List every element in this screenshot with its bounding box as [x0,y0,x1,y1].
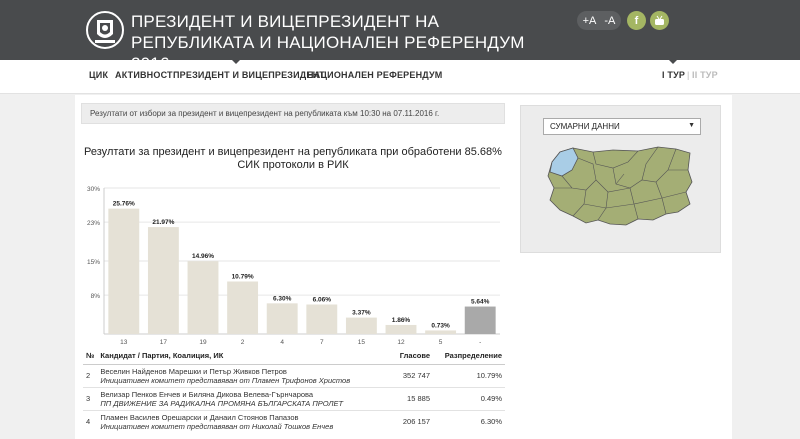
bar-value-label: 21.97% [152,219,174,226]
nav-item-referendum[interactable]: НАЦИОНАЛЕН РЕФЕРЕНДУМ [307,70,442,80]
y-tick-label: 30% [87,186,100,193]
candidate-names: Велизар Пенков Енчев и Биляна Дикова Вел… [100,389,314,399]
bar-value-label: 25.76% [113,201,135,208]
bar-value-label: 1.86% [392,317,411,324]
col-header-number: № [83,348,98,365]
nav-active-marker [232,60,240,64]
table-header-row: № Кандидат / Партия, Коалиция, ИК Гласов… [83,348,505,365]
bar-value-label: 10.79% [232,273,254,280]
font-size-toggle: +A -A [577,11,621,30]
results-bar-chart: 30% 23% 15% 8% 25.76% 13 21.97% 17 14.96% 19 10.79… [87,186,500,346]
row-number: 3 [83,386,98,410]
nav-separator: | [687,70,690,80]
row-share: 0.49% [433,386,505,410]
youtube-icon[interactable] [650,11,669,30]
candidate-names: Пламен Василев Орешарски и Данаил Стояно… [100,412,299,422]
tab-round-2[interactable]: II ТУР [692,70,718,80]
x-tick-label: 7 [320,339,324,346]
candidate-party: ПП ДВИЖЕНИЕ ЗА РАДИКАЛНА ПРОМЯНА БЪЛГАРС… [100,398,344,408]
round-active-marker [669,60,677,64]
nav-item-president[interactable]: ПРЕЗИДЕНТ И ВИЦЕПРЕЗИДЕНТ [173,70,325,80]
bar-value-label: 3.37% [352,310,371,317]
chart-bar [187,261,219,334]
bar-value-label: 6.06% [313,297,332,304]
x-tick-label: 19 [199,339,207,346]
table-row[interactable]: 3 Велизар Пенков Енчев и Биляна Дикова В… [83,386,505,410]
chevron-down-icon: ▼ [688,122,695,129]
row-votes: 352 747 [373,363,433,387]
bar-value-label: 14.96% [192,253,214,260]
row-share: 6.30% [433,409,505,433]
row-number: 4 [83,409,98,433]
font-decrease-button[interactable]: -A [604,15,615,27]
x-tick-label: 12 [397,339,405,346]
main-nav: ЦИК АКТИВНОСТ ПРЕЗИДЕНТ И ВИЦЕПРЕЗИДЕНТ … [0,60,800,94]
row-votes: 15 885 [373,386,433,410]
chart-bar [108,208,140,334]
candidate-party: Инициативен комитет представяван от Нико… [100,421,334,431]
row-candidate: Пламен Василев Орешарски и Данаил Стояно… [97,409,373,433]
tab-round-1[interactable]: I ТУР [662,70,685,80]
chart-bar [425,330,457,334]
y-tick-label: 8% [91,293,101,300]
bar-value-label: 5.64% [471,299,490,306]
x-tick-label: 4 [280,339,284,346]
col-header-candidate: Кандидат / Партия, Коалиция, ИК [97,348,373,365]
table-row[interactable]: 4 Пламен Василев Орешарски и Данаил Стоя… [83,409,505,433]
y-tick-label: 15% [87,259,100,266]
font-increase-button[interactable]: +A [583,15,597,27]
x-tick-label: 2 [241,339,245,346]
col-header-share: Разпределение [433,348,505,365]
region-select-value: СУМАРНИ ДАННИ [550,122,620,131]
table-row[interactable]: 2 Веселин Найденов Марешки и Петър Живко… [83,363,505,387]
col-header-votes: Гласове [373,348,433,365]
bar-value-label: 6.30% [273,295,292,302]
chart-bar [385,324,417,334]
row-candidate: Велизар Пенков Енчев и Биляна Дикова Вел… [97,386,373,410]
candidates-table: № Кандидат / Партия, Коалиция, ИК Гласов… [83,348,505,433]
chart-bar [147,227,179,334]
region-select[interactable]: СУМАРНИ ДАННИ ▼ [543,118,701,135]
row-share: 10.79% [433,363,505,387]
chart-bar [306,304,338,334]
y-tick-label: 23% [87,220,100,227]
chart-bar [266,303,298,334]
chart-bar [345,317,377,334]
bar-value-label: 0.73% [431,322,450,329]
chart-bar [464,306,496,334]
x-tick-label: 15 [358,339,366,346]
x-tick-label: 13 [120,339,128,346]
chart-title: Резултати за президент и вицепрезидент н… [84,146,502,171]
candidate-names: Веселин Найденов Марешки и Петър Живков … [100,366,287,376]
bulgaria-regions-map[interactable] [538,140,698,235]
row-candidate: Веселин Найденов Марешки и Петър Живков … [97,363,373,387]
chart-bar [227,281,259,334]
x-tick-label: 5 [439,339,443,346]
x-tick-label: 17 [160,339,168,346]
row-number: 2 [83,363,98,387]
x-tick-label: - [479,339,481,346]
coat-of-arms-logo[interactable] [85,10,125,50]
nav-item-cik[interactable]: ЦИК [89,70,108,80]
results-timestamp-notice: Резултати от избори за президент и вицеп… [81,103,505,124]
row-votes: 206 157 [373,409,433,433]
candidate-party: Инициативен комитет представяван от Плам… [100,375,351,385]
nav-item-activity[interactable]: АКТИВНОСТ [115,70,173,80]
facebook-icon[interactable]: f [627,11,646,30]
